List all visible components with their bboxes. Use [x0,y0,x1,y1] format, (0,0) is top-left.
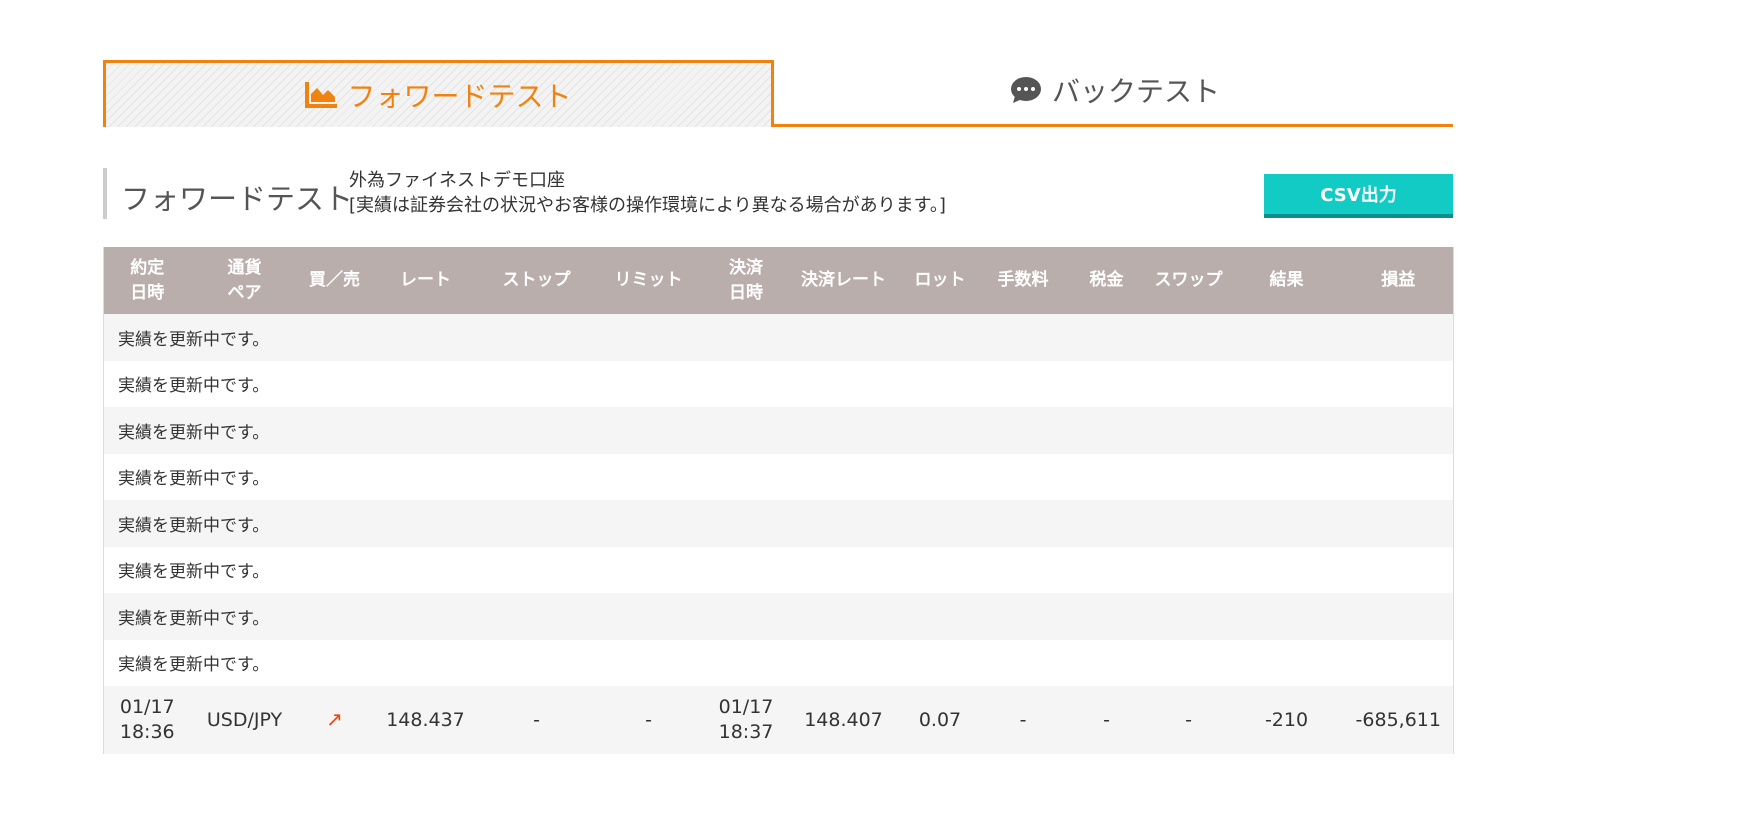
content-wrapper: フォワードテスト バックテスト フォワードテスト 外為ファイネストデモ口座 [実… [103,60,1453,248]
col-stop: ストップ [502,270,571,290]
updating-note: 実績を更新中です。 [118,608,270,629]
cell-close-time: 01/17 18:37 [718,696,774,743]
chat-bubble-icon [1010,76,1042,104]
table-row: 実績を更新中です。 [103,360,1454,407]
tab-forward-test[interactable]: フォワードテスト [103,60,774,127]
test-tabs: フォワードテスト バックテスト [103,60,1453,128]
col-rate: レート [400,270,451,290]
table-header-row: 約定 日時 通貨 ペア 買／売 レート ストップ リミット 決済 日時 決済レー… [103,247,1454,314]
updating-note: 実績を更新中です。 [118,376,270,397]
cell-rate: 148.437 [386,708,465,731]
cell-limit: - [645,708,652,731]
cell-fee: - [1019,708,1027,731]
table-row: 実績を更新中です。 [103,314,1454,361]
col-close-rate: 決済レート [801,270,886,290]
cell-stop: - [533,708,540,731]
tab-back-test[interactable]: バックテスト [777,56,1453,123]
cell-pnl: -685,611 [1355,708,1441,731]
title-accent-bar [103,168,107,219]
area-chart-icon [305,82,338,108]
tab-back-label: バックテスト [1051,74,1220,108]
col-close-time: 決済 日時 [729,257,763,303]
cell-close-rate: 148.407 [804,708,883,731]
cell-result: -210 [1264,708,1309,731]
buy-arrow-up-right-icon: ↗ [326,707,343,731]
cell-swap: - [1185,708,1192,731]
cell-open-time: 01/17 18:36 [119,696,175,743]
table-row: 実績を更新中です。 [103,500,1454,547]
updating-note: 実績を更新中です。 [118,515,270,536]
col-open-time: 約定 日時 [130,257,165,303]
col-tax: 税金 [1089,270,1124,290]
table-row: 実績を更新中です。 [103,453,1454,500]
table-row: 実績を更新中です。 [103,407,1454,454]
col-side: 買／売 [309,270,360,290]
account-name: 外為ファイネストデモ口座 [349,170,565,191]
updating-note: 実績を更新中です。 [118,469,270,490]
updating-note: 実績を更新中です。 [118,562,270,583]
updating-note: 実績を更新中です。 [118,422,270,443]
cell-side: ↗ [299,686,371,754]
col-pnl: 損益 [1381,270,1416,290]
trade-row: 01/17 18:36 USD/JPY ↗ 148.437 - - 01/17 … [103,686,1454,754]
tab-forward-label: フォワードテスト [347,80,572,113]
col-limit: リミット [614,270,683,290]
cell-pair: USD/JPY [206,708,283,731]
col-lot: ロット [914,270,966,290]
col-pair: 通貨 ペア [227,257,262,303]
table-row: 実績を更新中です。 [103,639,1454,686]
section-header: フォワードテスト 外為ファイネストデモ口座 [実績は証券会社の状況やお客様の操作… [103,128,1453,248]
cell-lot: 0.07 [918,708,962,731]
page-title: フォワードテスト [121,182,354,216]
trade-history-table: 約定 日時 通貨 ペア 買／売 レート ストップ リミット 決済 日時 決済レー… [103,247,1454,754]
col-fee: 手数料 [997,270,1049,290]
table-row: 実績を更新中です。 [103,546,1454,593]
disclaimer-text: [実績は証券会社の状況やお客様の操作環境により異なる場合があります。] [349,195,946,216]
updating-note: 実績を更新中です。 [118,655,270,676]
col-swap: スワップ [1154,270,1223,290]
account-info: 外為ファイネストデモ口座 [実績は証券会社の状況やお客様の操作環境により異なる場… [349,168,946,218]
updating-note: 実績を更新中です。 [118,329,270,350]
csv-export-button[interactable]: CSV出力 [1264,174,1453,218]
cell-tax: - [1103,708,1110,731]
col-result: 結果 [1269,270,1304,290]
table-row: 実績を更新中です。 [103,593,1454,640]
